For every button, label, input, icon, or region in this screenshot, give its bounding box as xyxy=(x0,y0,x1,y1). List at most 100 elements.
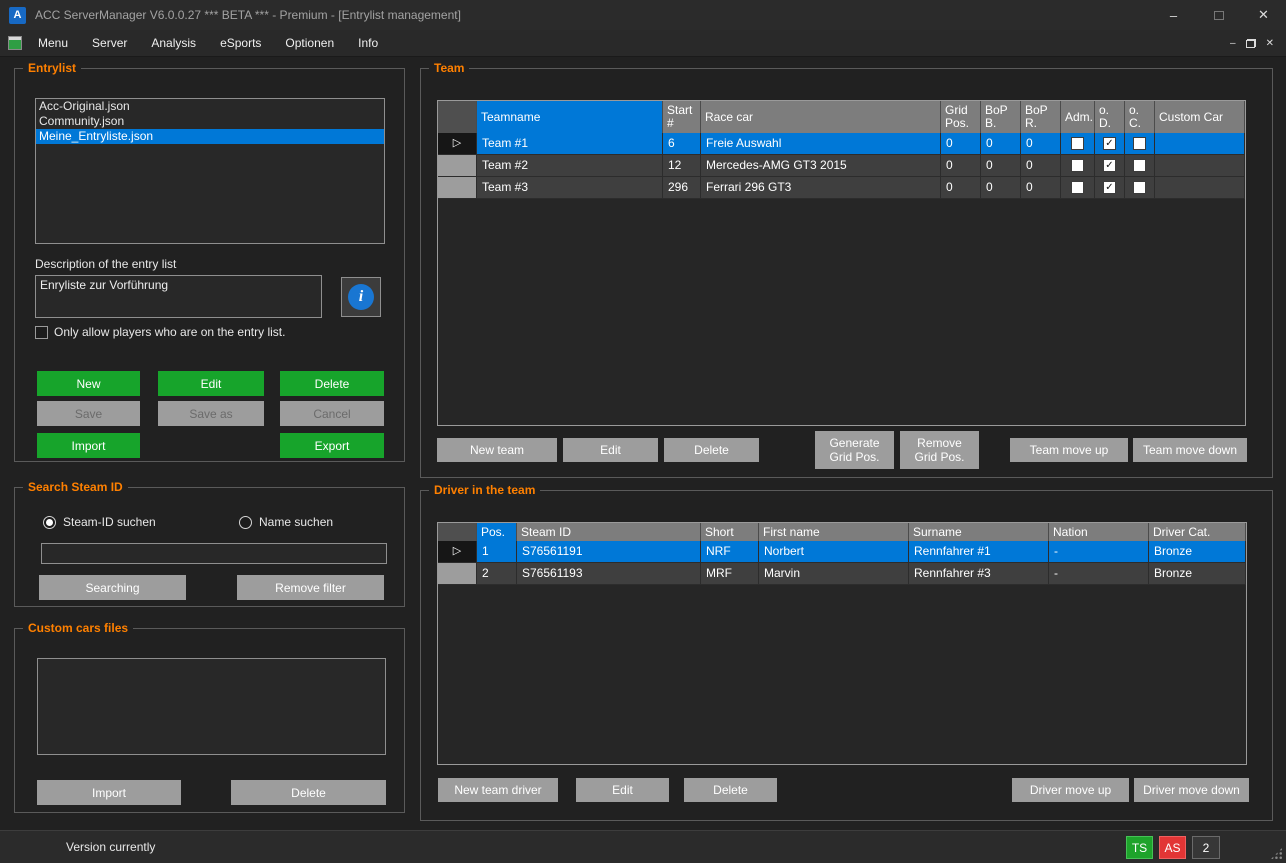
driver-row[interactable]: 2 S76561193 MRF Marvin Rennfahrer #3 - B… xyxy=(438,563,1246,585)
o-d-checkbox[interactable] xyxy=(1103,181,1116,194)
cell-race-car[interactable]: Freie Auswahl xyxy=(701,133,941,154)
cell-start-number[interactable]: 6 xyxy=(663,133,701,154)
col-bop-b[interactable]: BoP B. xyxy=(981,101,1021,133)
cell-bop-r[interactable]: 0 xyxy=(1021,155,1061,176)
col-first-name[interactable]: First name xyxy=(759,523,909,541)
team-delete-button[interactable]: Delete xyxy=(664,438,759,462)
cell-custom-car[interactable] xyxy=(1155,155,1245,176)
cell-nation[interactable]: - xyxy=(1049,563,1149,584)
remove-grid-pos-button[interactable]: Remove Grid Pos. xyxy=(900,431,979,469)
team-move-down-button[interactable]: Team move down xyxy=(1133,438,1247,462)
adm-checkbox[interactable] xyxy=(1071,137,1084,150)
cell-bop-r[interactable]: 0 xyxy=(1021,133,1061,154)
team-row[interactable]: Team #1 6 Freie Auswahl 0 0 0 xyxy=(438,133,1245,155)
save-as-button[interactable]: Save as xyxy=(158,401,264,426)
o-c-checkbox[interactable] xyxy=(1133,137,1146,150)
driver-edit-button[interactable]: Edit xyxy=(576,778,669,802)
save-button[interactable]: Save xyxy=(37,401,140,426)
mdi-minimize-button[interactable]: – xyxy=(1230,38,1236,49)
name-radio[interactable] xyxy=(239,516,252,529)
new-button[interactable]: New xyxy=(37,371,140,396)
cell-nation[interactable]: - xyxy=(1049,541,1149,562)
cell-first-name[interactable]: Marvin xyxy=(759,563,909,584)
adm-checkbox[interactable] xyxy=(1071,181,1084,194)
col-race-car[interactable]: Race car xyxy=(701,101,941,133)
cell-first-name[interactable]: Norbert xyxy=(759,541,909,562)
row-selector[interactable] xyxy=(438,177,477,198)
as-badge[interactable]: AS xyxy=(1159,836,1186,859)
col-teamname[interactable]: Teamname xyxy=(477,101,663,133)
mdi-close-button[interactable]: ✕ xyxy=(1266,38,1274,49)
cell-race-car[interactable]: Ferrari 296 GT3 xyxy=(701,177,941,198)
cell-custom-car[interactable] xyxy=(1155,133,1245,154)
cell-start-number[interactable]: 296 xyxy=(663,177,701,198)
generate-grid-pos-button[interactable]: Generate Grid Pos. xyxy=(815,431,894,469)
col-o-c[interactable]: o. C. xyxy=(1125,101,1155,133)
menu-item-menu[interactable]: Menu xyxy=(26,30,80,56)
resize-grip-icon[interactable] xyxy=(1270,847,1283,860)
minimize-button[interactable]: – xyxy=(1151,0,1196,30)
col-pos[interactable]: Pos. xyxy=(477,523,517,541)
col-adm[interactable]: Adm. xyxy=(1061,101,1095,133)
team-corner-header[interactable] xyxy=(438,101,477,133)
custom-import-button[interactable]: Import xyxy=(37,780,181,805)
col-o-d[interactable]: o. D. xyxy=(1095,101,1125,133)
edit-button[interactable]: Edit xyxy=(158,371,264,396)
cell-custom-car[interactable] xyxy=(1155,177,1245,198)
new-team-button[interactable]: New team xyxy=(437,438,557,462)
mdi-restore-button[interactable] xyxy=(1246,39,1256,48)
ts-badge[interactable]: TS xyxy=(1126,836,1153,859)
cell-short[interactable]: NRF xyxy=(701,541,759,562)
cell-bop-b[interactable]: 0 xyxy=(981,133,1021,154)
menu-item-analysis[interactable]: Analysis xyxy=(139,30,208,56)
cell-steam-id[interactable]: S76561193 xyxy=(517,563,701,584)
o-d-checkbox[interactable] xyxy=(1103,137,1116,150)
driver-delete-button[interactable]: Delete xyxy=(684,778,777,802)
team-edit-button[interactable]: Edit xyxy=(563,438,658,462)
row-selector[interactable] xyxy=(438,155,477,176)
team-row[interactable]: Team #3 296 Ferrari 296 GT3 0 0 0 xyxy=(438,177,1245,199)
new-team-driver-button[interactable]: New team driver xyxy=(438,778,558,802)
export-button[interactable]: Export xyxy=(280,433,384,458)
o-c-checkbox[interactable] xyxy=(1133,181,1146,194)
col-custom-car[interactable]: Custom Car xyxy=(1155,101,1245,133)
cell-grid-pos[interactable]: 0 xyxy=(941,177,981,198)
col-grid-pos[interactable]: Grid Pos. xyxy=(941,101,981,133)
cell-driver-cat[interactable]: Bronze xyxy=(1149,563,1246,584)
entrylist-file-item[interactable]: Acc-Original.json xyxy=(36,99,384,114)
cell-teamname[interactable]: Team #2 xyxy=(477,155,663,176)
entrylist-file-item[interactable]: Community.json xyxy=(36,114,384,129)
cell-teamname[interactable]: Team #3 xyxy=(477,177,663,198)
col-steam-id[interactable]: Steam ID xyxy=(517,523,701,541)
driver-move-down-button[interactable]: Driver move down xyxy=(1134,778,1249,802)
row-selector[interactable] xyxy=(438,541,477,562)
cell-surname[interactable]: Rennfahrer #3 xyxy=(909,563,1049,584)
custom-delete-button[interactable]: Delete xyxy=(231,780,386,805)
cell-bop-b[interactable]: 0 xyxy=(981,177,1021,198)
cell-pos[interactable]: 2 xyxy=(477,563,517,584)
cell-short[interactable]: MRF xyxy=(701,563,759,584)
cell-race-car[interactable]: Mercedes-AMG GT3 2015 xyxy=(701,155,941,176)
col-short[interactable]: Short xyxy=(701,523,759,541)
menu-item-optionen[interactable]: Optionen xyxy=(273,30,346,56)
delete-button[interactable]: Delete xyxy=(280,371,384,396)
col-driver-cat[interactable]: Driver Cat. xyxy=(1149,523,1246,541)
cell-surname[interactable]: Rennfahrer #1 xyxy=(909,541,1049,562)
steam-id-radio[interactable] xyxy=(43,516,56,529)
row-selector[interactable] xyxy=(438,563,477,584)
search-input[interactable] xyxy=(41,543,387,564)
custom-cars-listbox[interactable] xyxy=(37,658,386,755)
description-input[interactable]: Enryliste zur Vorführung xyxy=(35,275,322,318)
o-c-checkbox[interactable] xyxy=(1133,159,1146,172)
menu-item-info[interactable]: Info xyxy=(346,30,390,56)
cell-teamname[interactable]: Team #1 xyxy=(477,133,663,154)
col-bop-r[interactable]: BoP R. xyxy=(1021,101,1061,133)
info-button[interactable]: i xyxy=(341,277,381,317)
cancel-button[interactable]: Cancel xyxy=(280,401,384,426)
cell-bop-r[interactable]: 0 xyxy=(1021,177,1061,198)
menu-item-server[interactable]: Server xyxy=(80,30,139,56)
driver-row[interactable]: 1 S76561191 NRF Norbert Rennfahrer #1 - … xyxy=(438,541,1246,563)
driver-corner-header[interactable] xyxy=(438,523,477,541)
entrylist-file-item[interactable]: Meine_Entryliste.json xyxy=(36,129,384,144)
entrylist-listbox[interactable]: Acc-Original.json Community.json Meine_E… xyxy=(35,98,385,244)
